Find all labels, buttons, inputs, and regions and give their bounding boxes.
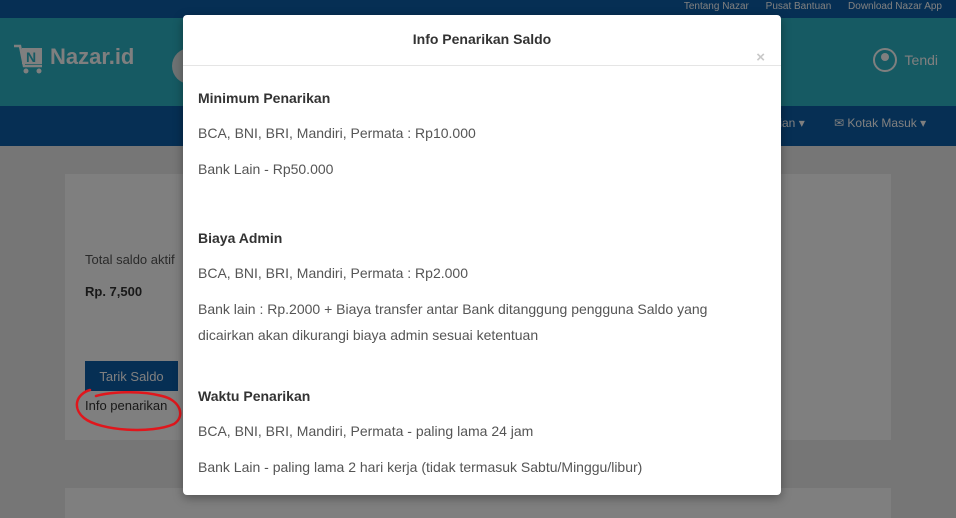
section-title-admin-fee: Biaya Admin [198,230,283,246]
modal-header: Info Penarikan Saldo × [183,15,781,66]
close-icon[interactable]: × [756,50,765,65]
modal-body: Minimum Penarikan BCA, BNI, BRI, Mandiri… [183,66,781,480]
minimum-line: BCA, BNI, BRI, Mandiri, Permata : Rp10.0… [198,125,476,141]
admin-fee-line: Bank lain : Rp.2000 + Biaya transfer ant… [198,301,708,343]
section-title-time: Waktu Penarikan [198,388,311,404]
annotation-circle [75,388,182,432]
time-line: Bank Lain - paling lama 2 hari kerja (ti… [198,459,643,475]
minimum-line: Bank Lain - Rp50.000 [198,161,334,177]
section-title-minimum: Minimum Penarikan [198,90,331,106]
time-line: BCA, BNI, BRI, Mandiri, Permata - paling… [198,423,534,439]
modal-title: Info Penarikan Saldo [412,31,552,47]
withdraw-info-modal: Info Penarikan Saldo × Minimum Penarikan… [183,15,781,495]
admin-fee-line: BCA, BNI, BRI, Mandiri, Permata : Rp2.00… [198,265,468,281]
